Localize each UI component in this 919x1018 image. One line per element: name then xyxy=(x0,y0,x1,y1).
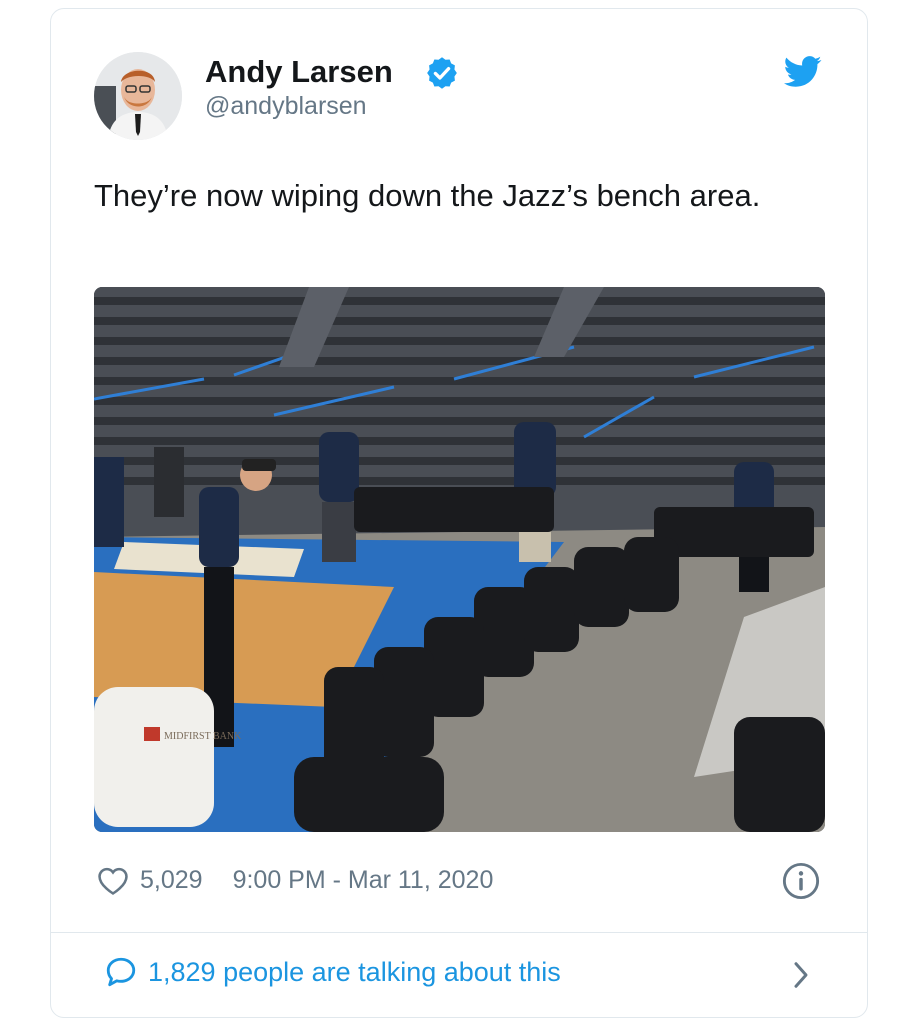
tweet-timestamp[interactable]: 9:00 PM - Mar 11, 2020 xyxy=(233,866,494,895)
verified-badge-icon xyxy=(427,57,457,89)
author-name[interactable]: Andy Larsen xyxy=(205,54,393,90)
heart-icon[interactable] xyxy=(96,864,130,896)
divider xyxy=(51,932,867,933)
conversation-link[interactable]: 1,829 people are talking about this xyxy=(104,955,561,989)
author-handle[interactable]: @andyblarsen xyxy=(205,92,367,121)
talking-count-text: 1,829 people are talking about this xyxy=(148,956,561,987)
like-count[interactable]: 5,029 xyxy=(140,866,203,895)
speech-bubble-icon xyxy=(106,957,136,987)
chevron-right-icon[interactable] xyxy=(790,960,812,990)
avatar[interactable] xyxy=(94,52,182,140)
tweet-text: They’re now wiping down the Jazz’s bench… xyxy=(94,178,761,213)
tweet-meta: 5,029 9:00 PM - Mar 11, 2020 xyxy=(96,862,493,898)
chair-banner-text: MIDFIRST BANK xyxy=(164,731,242,742)
tweet-photo[interactable]: MIDFIRST BANK xyxy=(94,287,825,832)
twitter-bird-icon[interactable] xyxy=(784,56,822,88)
info-icon[interactable] xyxy=(782,862,820,900)
